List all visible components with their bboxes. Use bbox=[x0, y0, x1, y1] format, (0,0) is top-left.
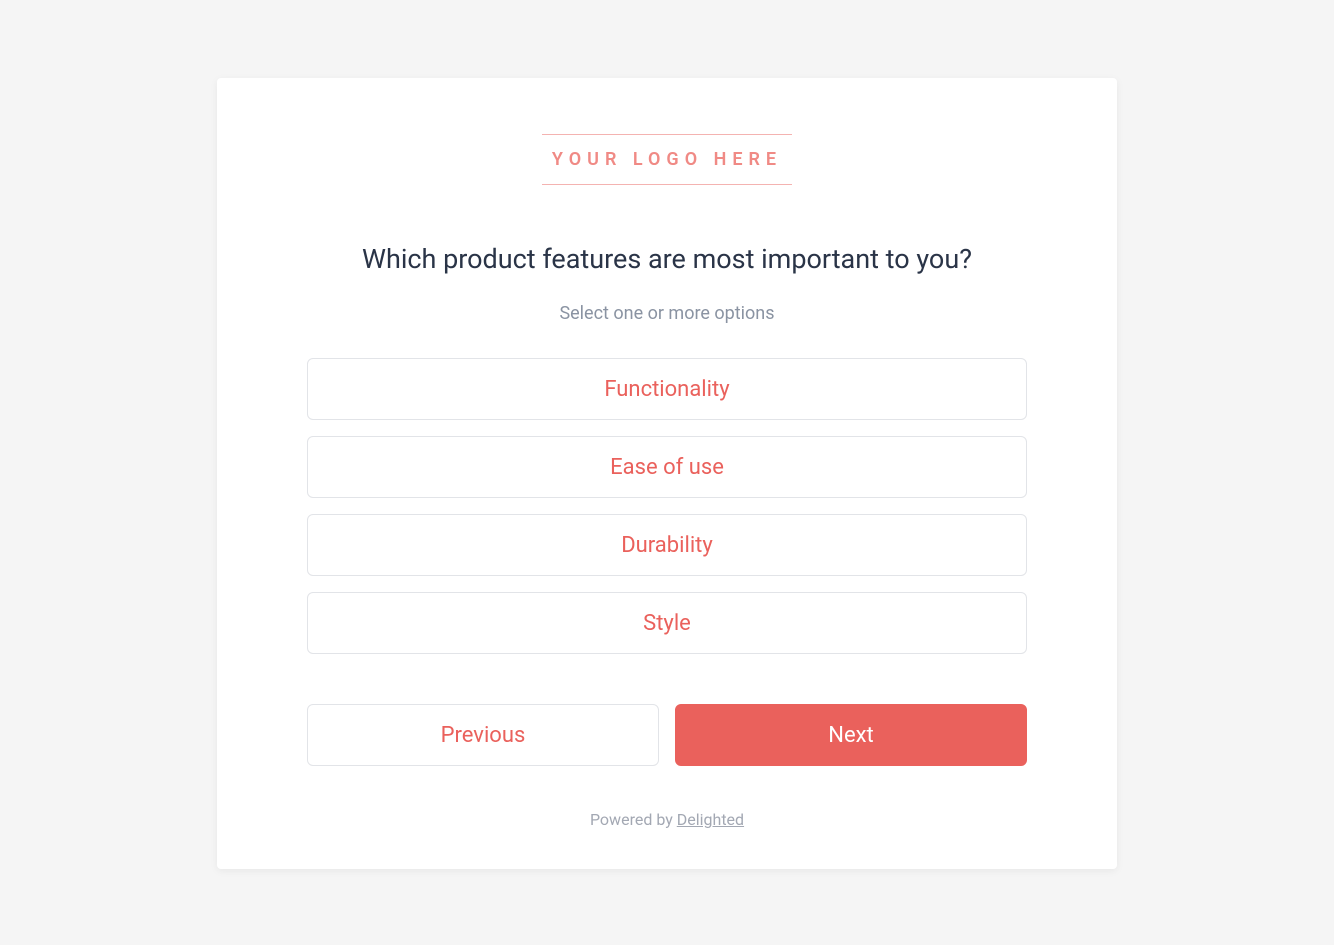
option-label: Functionality bbox=[604, 377, 729, 402]
footer: Powered by Delighted bbox=[590, 810, 744, 829]
option-functionality[interactable]: Functionality bbox=[307, 358, 1027, 420]
survey-card: YOUR LOGO HERE Which product features ar… bbox=[217, 78, 1117, 869]
footer-prefix: Powered by bbox=[590, 810, 677, 829]
option-label: Durability bbox=[621, 533, 713, 558]
survey-instruction: Select one or more options bbox=[559, 303, 774, 324]
option-ease-of-use[interactable]: Ease of use bbox=[307, 436, 1027, 498]
nav-buttons: Previous Next bbox=[307, 704, 1027, 766]
option-style[interactable]: Style bbox=[307, 592, 1027, 654]
option-durability[interactable]: Durability bbox=[307, 514, 1027, 576]
previous-button[interactable]: Previous bbox=[307, 704, 659, 766]
logo-placeholder: YOUR LOGO HERE bbox=[542, 134, 792, 185]
logo-text: YOUR LOGO HERE bbox=[552, 149, 782, 170]
previous-label: Previous bbox=[441, 723, 526, 748]
survey-question: Which product features are most importan… bbox=[362, 243, 972, 275]
option-label: Ease of use bbox=[610, 455, 724, 480]
options-list: Functionality Ease of use Durability Sty… bbox=[307, 358, 1027, 654]
next-label: Next bbox=[828, 723, 873, 748]
powered-by-link[interactable]: Delighted bbox=[677, 810, 744, 829]
option-label: Style bbox=[643, 611, 691, 636]
next-button[interactable]: Next bbox=[675, 704, 1027, 766]
